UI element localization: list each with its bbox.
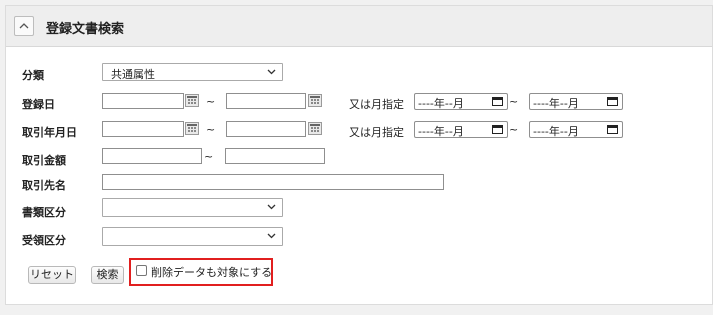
include-deleted-label: 削除データも対象にする [151,266,273,279]
chevron-down-icon [267,233,276,239]
calendar-icon [492,97,503,106]
shorui-kubun-label: 書類区分 [22,206,66,219]
chevron-up-icon [19,23,29,29]
calendar-icon [607,125,618,134]
torihiki-nengappi-month-to-text: ----年--月 [533,125,579,138]
torihiki-nengappi-from-input[interactable] [102,121,184,137]
reset-button[interactable]: リセット [28,266,76,284]
touroku-bi-from-input[interactable] [102,93,184,109]
torihiki-kingaku-to-input[interactable] [225,148,325,164]
shorui-kubun-select[interactable] [102,198,283,217]
search-button[interactable]: 検索 [91,266,124,284]
touroku-bi-month-from-input[interactable]: ----年--月 [414,93,508,110]
panel-header: 登録文書検索 [6,6,712,47]
torihiki-nengappi-to-input[interactable] [226,121,306,137]
chevron-down-icon [267,69,276,75]
torihiki-nengappi-month-from-input[interactable]: ----年--月 [414,121,508,138]
torihiki-kingaku-tilde: ~ [204,150,214,163]
bunrui-label: 分類 [22,69,44,82]
touroku-bi-month-from-text: ----年--月 [418,97,464,110]
touroku-bi-to-input[interactable] [226,93,306,109]
torihiki-kingaku-from-input[interactable] [102,148,202,164]
touroku-bi-label: 登録日 [22,98,55,111]
calendar-icon [607,97,618,106]
torihiki-nengappi-label: 取引年月日 [22,126,77,139]
juryo-kubun-select[interactable] [102,227,283,246]
touroku-bi-month-to-input[interactable]: ----年--月 [529,93,623,110]
torihiki-nengappi-month-from-text: ----年--月 [418,125,464,138]
touroku-bi-tilde: ~ [206,95,216,108]
torihiki-sakimei-input[interactable] [102,174,444,190]
torihiki-nengappi-month-tilde: ~ [509,123,519,136]
calendar-icon [492,125,503,134]
bunrui-select[interactable]: 共通属性 [102,63,283,81]
touroku-bi-from-calendar-icon[interactable] [185,94,199,107]
torihiki-sakimei-label: 取引先名 [22,179,66,192]
bunrui-select-value: 共通属性 [111,68,155,81]
torihiki-kingaku-label: 取引金額 [22,154,66,167]
torihiki-nengappi-month-to-input[interactable]: ----年--月 [529,121,623,138]
juryo-kubun-label: 受領区分 [22,234,66,247]
touroku-bi-month-tilde: ~ [509,95,519,108]
touroku-bi-or-month-label: 又は月指定 [349,98,404,111]
torihiki-nengappi-from-calendar-icon[interactable] [185,122,199,135]
torihiki-nengappi-tilde: ~ [206,123,216,136]
torihiki-nengappi-or-month-label: 又は月指定 [349,126,404,139]
include-deleted-checkbox[interactable] [136,265,147,276]
touroku-bi-month-to-text: ----年--月 [533,97,579,110]
collapse-button[interactable] [14,16,34,36]
touroku-bi-to-calendar-icon[interactable] [308,94,322,107]
chevron-down-icon [267,204,276,210]
panel-title: 登録文書検索 [46,22,125,37]
torihiki-nengappi-to-calendar-icon[interactable] [308,122,322,135]
